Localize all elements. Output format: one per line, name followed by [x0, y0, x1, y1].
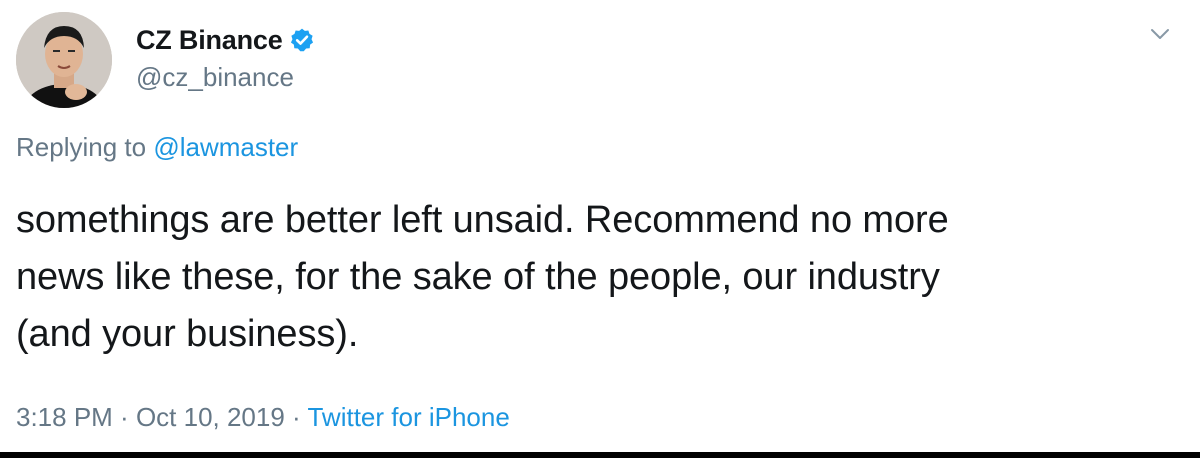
verified-badge-icon: [289, 27, 315, 53]
tweet-date[interactable]: Oct 10, 2019: [136, 402, 285, 432]
tweet-card: CZ Binance @cz_binance Replying to @lawm…: [0, 0, 1200, 452]
display-name[interactable]: CZ Binance: [136, 25, 283, 56]
reply-target-link[interactable]: @lawmaster: [153, 132, 298, 162]
avatar[interactable]: [16, 12, 112, 108]
tweet-meta: 3:18 PM · Oct 10, 2019 · Twitter for iPh…: [16, 402, 510, 433]
bottom-border: [0, 452, 1200, 458]
tweet-source-link[interactable]: Twitter for iPhone: [307, 402, 509, 432]
meta-separator: ·: [112, 402, 136, 432]
user-avatar-photo: [16, 12, 112, 108]
author-name-row[interactable]: CZ Binance: [136, 20, 315, 60]
tweet-time[interactable]: 3:18 PM: [16, 402, 113, 432]
tweet-text: somethings are better left unsaid. Recom…: [16, 199, 949, 355]
chevron-down-icon[interactable]: [1148, 22, 1172, 46]
replying-to-label: Replying to: [16, 132, 154, 162]
replying-to-line: Replying to @lawmaster: [16, 132, 298, 163]
author-handle[interactable]: @cz_binance: [136, 62, 294, 93]
meta-separator: ·: [284, 402, 308, 432]
